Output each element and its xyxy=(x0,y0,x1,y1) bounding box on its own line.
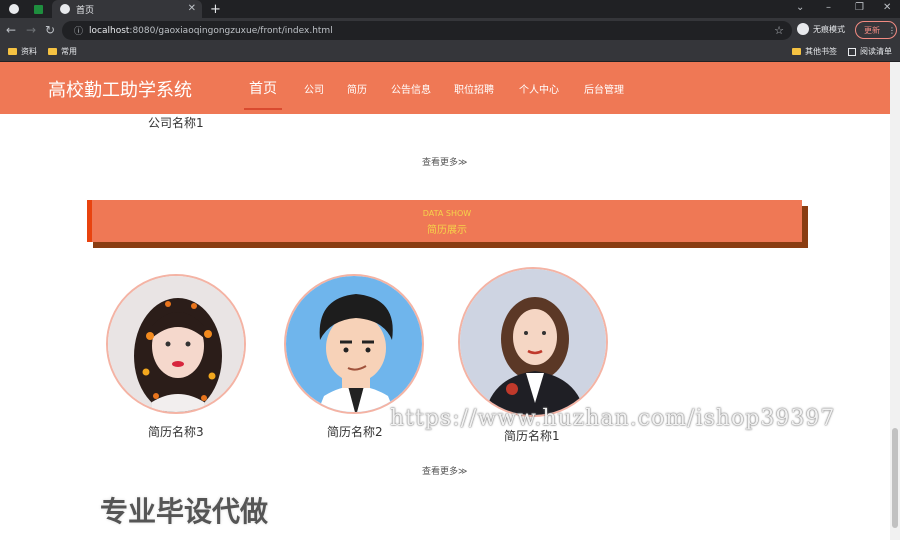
browser-tab-strip: 首页 ✕ + ⌄ – ❐ ✕ xyxy=(0,0,900,18)
watermark-text: https://www.huzhan.com/ishop39397 xyxy=(390,406,836,431)
nav-personal-center[interactable]: 个人中心 xyxy=(519,81,559,96)
bookmark-folder-2[interactable]: 常用 xyxy=(48,46,77,57)
globe-icon xyxy=(60,4,70,14)
woman-portrait-image xyxy=(460,269,606,415)
company-card-name[interactable]: 公司名称1 xyxy=(148,114,204,131)
data-show-banner: DATA SHOW 简历展示 xyxy=(87,200,802,242)
resume-see-more-link[interactable]: 查看更多≫ xyxy=(422,464,467,477)
globe-icon xyxy=(9,4,19,14)
resume-card-label[interactable]: 简历名称2 xyxy=(327,423,383,440)
cartoon-avatar-image xyxy=(286,276,422,412)
bookmark-label: 常用 xyxy=(61,47,77,56)
resume-card-label[interactable]: 简历名称3 xyxy=(148,423,204,440)
update-button[interactable]: 更新 ⋮ xyxy=(855,21,897,39)
folder-icon xyxy=(8,48,17,55)
reading-list-label: 阅读清单 xyxy=(860,47,892,56)
resume-photo-1[interactable] xyxy=(458,267,608,417)
nav-resume[interactable]: 简历 xyxy=(347,81,367,96)
folder-icon xyxy=(48,48,57,55)
reading-list[interactable]: 阅读清单 xyxy=(848,46,892,57)
sheet-icon xyxy=(34,4,43,14)
forward-icon[interactable]: → xyxy=(26,23,36,37)
promo-overlay-text: 专业毕设代做 xyxy=(100,495,269,528)
url-host: localhost xyxy=(89,25,130,36)
incognito-label: 无痕模式 xyxy=(813,24,845,34)
girl-portrait-image xyxy=(108,276,244,412)
update-label: 更新 xyxy=(864,25,880,35)
other-bookmarks-label: 其他书签 xyxy=(805,47,837,56)
tab-pinned-1[interactable] xyxy=(4,0,26,18)
bookmark-label: 资料 xyxy=(21,47,37,56)
nav-jobs[interactable]: 职位招聘 xyxy=(454,81,494,96)
reload-icon[interactable]: ↻ xyxy=(45,23,55,37)
tab-pinned-2[interactable] xyxy=(28,0,50,18)
minimize-icon[interactable]: – xyxy=(826,2,831,13)
banner-en-title: DATA SHOW xyxy=(422,209,472,218)
info-icon[interactable]: ⓘ xyxy=(74,24,83,37)
resume-photo-2[interactable] xyxy=(284,274,424,414)
restore-icon[interactable]: ❐ xyxy=(855,2,864,13)
back-icon[interactable]: ← xyxy=(6,23,16,37)
nav-admin[interactable]: 后台管理 xyxy=(584,81,624,96)
tab-active[interactable]: 首页 ✕ xyxy=(52,0,202,18)
folder-icon xyxy=(792,48,801,55)
url-field[interactable]: ⓘ localhost:8080/gaoxiaoqingongzuxue/fro… xyxy=(62,21,792,40)
tab-title: 首页 xyxy=(76,5,95,16)
resume-photo-3[interactable] xyxy=(106,274,246,414)
bookmarks-bar: 资料 常用 其他书签 阅读清单 xyxy=(0,43,900,62)
nav-notice[interactable]: 公告信息 xyxy=(391,81,431,96)
page-viewport: 高校勤工助学系统 首页 公司 简历 公告信息 职位招聘 个人中心 后台管理 公司… xyxy=(0,62,890,540)
incognito-indicator[interactable]: 无痕模式 xyxy=(797,23,845,35)
bookmark-folder-1[interactable]: 资料 xyxy=(8,46,37,57)
close-window-icon[interactable]: ✕ xyxy=(883,2,891,13)
close-tab-icon[interactable]: ✕ xyxy=(188,3,196,14)
company-see-more-link[interactable]: 查看更多≫ xyxy=(422,155,467,168)
tab-search-icon[interactable]: ⌄ xyxy=(796,2,804,13)
scrollbar-thumb[interactable] xyxy=(892,428,898,528)
reading-list-icon xyxy=(848,47,856,56)
url-path: :8080/gaoxiaoqingongzuxue/front/index.ht… xyxy=(129,25,333,36)
bookmark-star-icon[interactable]: ☆ xyxy=(774,24,784,37)
site-logo[interactable]: 高校勤工助学系统 xyxy=(48,76,192,102)
site-header: 高校勤工助学系统 首页 公司 简历 公告信息 职位招聘 个人中心 后台管理 xyxy=(0,62,890,114)
banner-cn-title: 简历展示 xyxy=(427,225,467,236)
address-toolbar: ← → ↻ ⓘ localhost:8080/gaoxiaoqingongzux… xyxy=(0,18,900,43)
page-scrollbar[interactable] xyxy=(890,62,900,540)
incognito-icon xyxy=(797,23,809,35)
nav-company[interactable]: 公司 xyxy=(304,81,324,96)
nav-home[interactable]: 首页 xyxy=(249,78,277,98)
more-menu-icon: ⋮ xyxy=(888,25,896,35)
other-bookmarks[interactable]: 其他书签 xyxy=(792,46,837,57)
nav-active-indicator xyxy=(244,108,282,110)
new-tab-button[interactable]: + xyxy=(210,0,221,18)
